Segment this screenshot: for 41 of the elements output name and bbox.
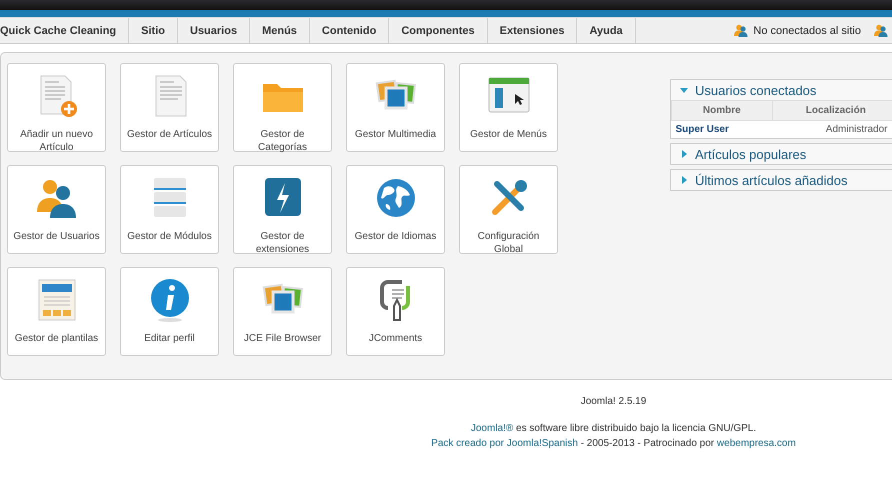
column-header: Nombre — [672, 100, 772, 120]
dashboard-tile[interactable]: Gestor de Categorías — [233, 63, 332, 152]
expand-icon — [679, 175, 689, 185]
menu-item[interactable]: Componentes — [389, 18, 488, 43]
menu-item[interactable]: Ayuda — [577, 18, 636, 43]
footer-link[interactable]: webempresa.com — [716, 438, 796, 449]
module-header[interactable]: Artículos populares — [671, 144, 892, 164]
users-icon — [874, 24, 888, 37]
dashboard-tile[interactable]: Configuración Global — [459, 165, 558, 254]
dashboard-tile[interactable]: Editar perfil — [120, 267, 219, 356]
dashboard-tile[interactable]: Gestor de Menús — [459, 63, 558, 152]
module-header[interactable]: Usuarios conectados — [671, 80, 892, 100]
menu-item[interactable]: Contenido — [310, 18, 390, 43]
dashboard-tile[interactable]: Gestor de Usuarios — [7, 165, 106, 254]
dashboard-tile[interactable]: Gestor de Módulos — [120, 165, 219, 254]
status-text: No conectados al sitio — [753, 24, 861, 36]
expand-icon — [679, 149, 689, 159]
version-text: Joomla! 2.5.19 — [580, 396, 648, 407]
footer-link[interactable]: Pack creado por Joomla!Spanish — [431, 438, 578, 449]
menu-item[interactable]: Menús — [250, 18, 310, 43]
dashboard-tile[interactable]: Gestor de Idiomas — [346, 165, 445, 254]
module-header[interactable]: Últimos artículos añadidos — [671, 170, 892, 190]
collapse-icon — [679, 85, 689, 95]
dashboard-tile[interactable]: Gestor de plantilas — [7, 267, 106, 356]
footer-link[interactable]: Joomla!® — [470, 423, 514, 434]
footer-text: - 2005-2013 - Patrocinado por — [580, 438, 716, 449]
menu-item[interactable]: Usuarios — [178, 18, 250, 43]
dashboard-tile[interactable]: Añadir un nuevo Artículo — [7, 63, 106, 152]
users-icon — [734, 24, 748, 37]
user-link[interactable]: Super User — [672, 120, 772, 138]
dashboard-tile[interactable]: Gestor de Artículos — [120, 63, 219, 152]
menu-item[interactable]: Sitio — [129, 18, 178, 43]
footer-text: es software libre distribuido bajo la licencia GNU/GPL. — [515, 423, 756, 434]
dashboard-tile[interactable]: JComments — [346, 267, 445, 356]
dashboard-tile[interactable]: Gestor Multimedia — [346, 63, 445, 152]
dashboard-tile[interactable]: JCE File Browser — [233, 267, 332, 356]
menu-item[interactable]: Quick Cache Cleaning — [0, 18, 130, 43]
menu-item[interactable]: Extensiones — [488, 18, 578, 43]
table-cell: Administrador — [772, 120, 892, 138]
dashboard-tile[interactable]: Gestor de extensiones — [233, 165, 332, 254]
column-header: Localización — [772, 100, 892, 120]
